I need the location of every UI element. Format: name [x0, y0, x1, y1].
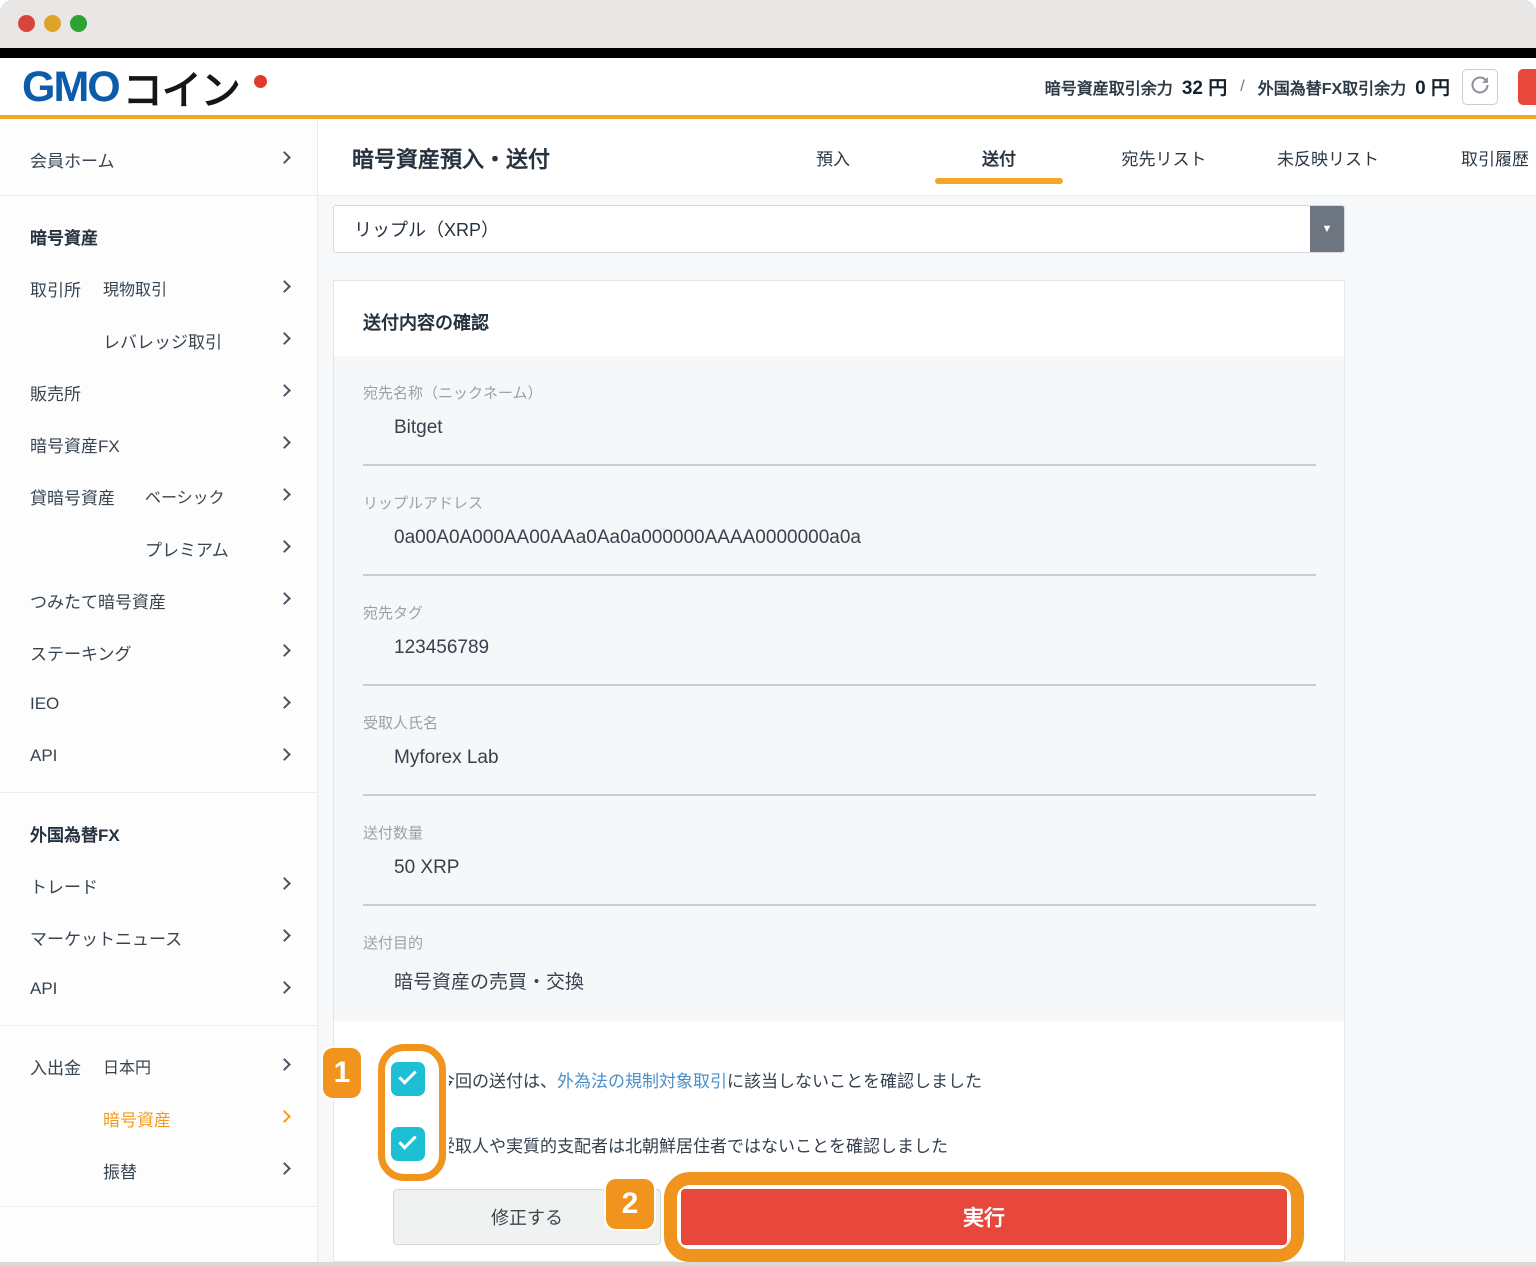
execute-button[interactable]: 実行 — [681, 1189, 1287, 1245]
chevron-right-icon — [278, 929, 291, 942]
logo-red-dot — [254, 75, 267, 88]
sidebar-nav: 会員ホーム 暗号資産 取引所 現物取引 レバレッジ取引 販売所 暗号資産FX — [0, 119, 318, 1262]
sidebar-item-trade[interactable]: トレード — [0, 859, 317, 911]
tab-history[interactable]: 取引履歴 — [1431, 119, 1536, 196]
annotation-step-1-badge: 1 — [323, 1048, 361, 1098]
field-send-amount: 送付数量 50 XRP — [334, 796, 1344, 906]
crypto-balance-value: 32 円 — [1182, 73, 1227, 100]
close-window-icon[interactable] — [18, 15, 35, 32]
chevron-right-icon — [278, 877, 291, 890]
chevron-right-icon — [278, 540, 291, 553]
field-recipient-name: 受取人氏名 Myforex Lab — [334, 686, 1344, 796]
window-titlebar — [0, 0, 1536, 48]
sidebar-item-leverage-trade[interactable]: レバレッジ取引 — [0, 314, 317, 366]
sidebar-item-lending-basic[interactable]: 貸暗号資産 ベーシック — [0, 470, 317, 522]
sidebar-item-ieo[interactable]: IEO — [0, 678, 317, 730]
sidebar-item-api-fx[interactable]: API — [0, 963, 317, 1015]
gaitame-law-link[interactable]: 外為法の規制対象取引 — [557, 1067, 727, 1092]
field-send-purpose: 送付目的 暗号資産の売買・交換 — [334, 906, 1344, 1027]
sidebar-item-deposit-crypto[interactable]: 暗号資産 — [0, 1092, 317, 1144]
sidebar-item-api-crypto[interactable]: API — [0, 730, 317, 782]
currency-select-value: リップル（XRP） — [354, 206, 499, 252]
sidebar-item-market-news[interactable]: マーケットニュース — [0, 911, 317, 963]
checkbox-row-gaitame: 今回の送付は、 外為法の規制対象取引 に該当しないことを確認しました — [334, 1056, 1344, 1096]
zoom-window-icon[interactable] — [70, 15, 87, 32]
minimize-window-icon[interactable] — [44, 15, 61, 32]
refresh-balance-button[interactable] — [1462, 69, 1498, 105]
crypto-balance-label: 暗号資産取引余力 — [1045, 75, 1173, 99]
sidebar-section-fx: 外国為替FX — [0, 807, 317, 859]
card-title: 送付内容の確認 — [363, 309, 489, 335]
logo-coin-text: コイン — [123, 58, 240, 116]
chevron-right-icon — [278, 644, 291, 657]
logo-gmo-text: GMO — [22, 63, 119, 112]
fx-balance-value: 0 円 — [1415, 73, 1450, 100]
sidebar-item-tsumitate[interactable]: つみたて暗号資産 — [0, 574, 317, 626]
chevron-right-icon — [278, 1162, 291, 1175]
chevron-right-icon — [278, 384, 291, 397]
checkbox-text: 今回の送付は、 — [438, 1067, 557, 1092]
sidebar-divider — [0, 1206, 317, 1207]
sidebar-item-sales-office[interactable]: 販売所 — [0, 366, 317, 418]
top-black-bar — [0, 48, 1536, 58]
chevron-right-icon — [278, 696, 291, 709]
sidebar-section-crypto: 暗号資産 — [0, 210, 317, 262]
send-confirm-card: 送付内容の確認 宛先名称（ニックネーム） Bitget リップルアドレス 0a0… — [333, 280, 1345, 1262]
checkbox-text: に該当しないことを確認しました — [727, 1067, 982, 1092]
annotation-outline-execute: 実行 — [664, 1172, 1304, 1262]
site-header: GMO コイン 暗号資産取引余力 32 円 / 外国為替FX取引余力 0 円 — [0, 58, 1536, 115]
fx-balance-label: 外国為替FX取引余力 — [1258, 75, 1406, 99]
field-nickname: 宛先名称（ニックネーム） Bitget — [334, 356, 1344, 466]
checkbox-row-north-korea: 受取人や実質的支配者は北朝鮮居住者ではないことを確認しました — [334, 1121, 1344, 1161]
checkbox-text: 受取人や実質的支配者は北朝鮮居住者ではないことを確認しました — [438, 1132, 948, 1157]
sidebar-item-deposit-jpy[interactable]: 入出金 日本円 — [0, 1040, 317, 1092]
browser-window: GMO コイン 暗号資産取引余力 32 円 / 外国為替FX取引余力 0 円 会 — [0, 0, 1536, 1266]
chevron-right-icon — [278, 1110, 291, 1123]
sidebar-item-member-home[interactable]: 会員ホーム — [0, 133, 317, 185]
chevron-right-icon — [278, 1058, 291, 1071]
tab-send[interactable]: 送付 — [935, 119, 1063, 196]
tab-deposit[interactable]: 預入 — [769, 119, 897, 196]
tab-address-list[interactable]: 宛先リスト — [1100, 119, 1228, 196]
main-content: 暗号資産預入・送付 預入 送付 宛先リスト 未反映リスト 取引履歴 リップル（X… — [318, 119, 1536, 1262]
active-tab-underline — [935, 178, 1063, 184]
sidebar-item-lending-premium[interactable]: プレミアム — [0, 522, 317, 574]
sidebar-item-staking[interactable]: ステーキング — [0, 626, 317, 678]
chevron-right-icon — [278, 748, 291, 761]
page-title: 暗号資産預入・送付 — [352, 119, 550, 196]
sidebar-item-crypto-fx[interactable]: 暗号資産FX — [0, 418, 317, 470]
confirm-fields: 宛先名称（ニックネーム） Bitget リップルアドレス 0a00A0A000A… — [334, 356, 1344, 1021]
currency-select[interactable]: リップル（XRP） ▼ — [333, 205, 1345, 253]
buy-button-cut[interactable] — [1518, 69, 1536, 105]
chevron-right-icon — [278, 981, 291, 994]
chevron-right-icon — [278, 488, 291, 501]
annotation-step-2-badge: 2 — [606, 1179, 654, 1229]
sidebar-item-exchange-spot[interactable]: 取引所 現物取引 — [0, 262, 317, 314]
refresh-icon — [1470, 75, 1490, 100]
field-ripple-address: リップルアドレス 0a00A0A000AA00AAa0Aa0a000000AAA… — [334, 466, 1344, 576]
sidebar-item-transfer[interactable]: 振替 — [0, 1144, 317, 1196]
tab-pending-list[interactable]: 未反映リスト — [1253, 119, 1403, 196]
chevron-right-icon — [278, 280, 291, 293]
chevron-right-icon — [278, 436, 291, 449]
balance-summary: 暗号資産取引余力 32 円 / 外国為替FX取引余力 0 円 — [1045, 58, 1450, 115]
page-header: 暗号資産預入・送付 預入 送付 宛先リスト 未反映リスト 取引履歴 — [318, 119, 1536, 196]
gmo-coin-logo[interactable]: GMO コイン — [22, 64, 240, 110]
annotation-outline-checkboxes — [378, 1044, 446, 1181]
chevron-right-icon — [278, 151, 291, 164]
chevron-down-icon[interactable]: ▼ — [1310, 206, 1344, 252]
window-bottom-edge — [0, 1262, 1536, 1266]
chevron-right-icon — [278, 332, 291, 345]
chevron-right-icon — [278, 592, 291, 605]
field-destination-tag: 宛先タグ 123456789 — [334, 576, 1344, 686]
balance-separator: / — [1236, 78, 1248, 96]
